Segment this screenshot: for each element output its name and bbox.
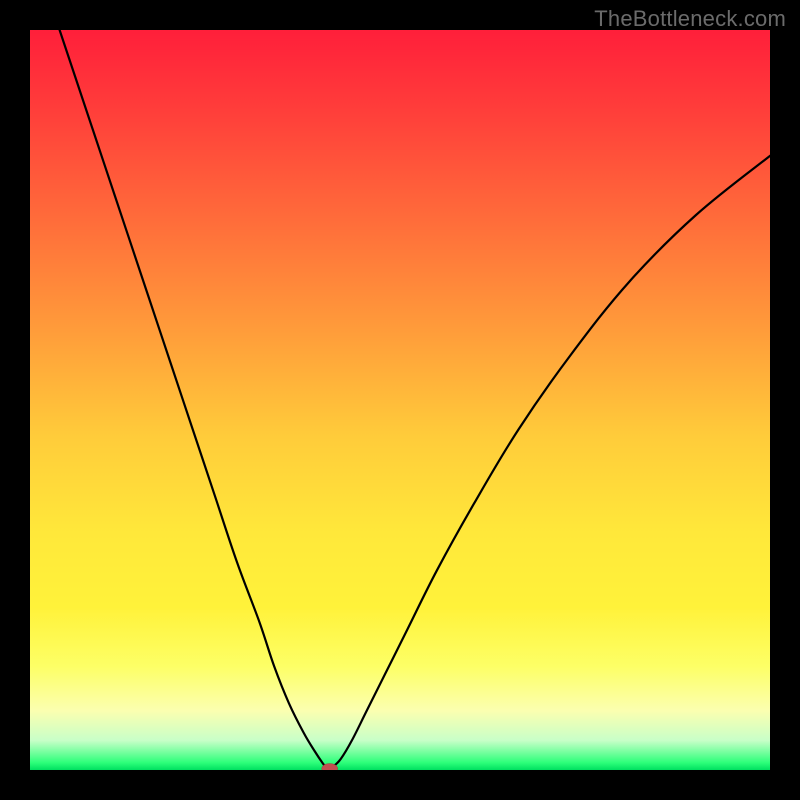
plot-gradient-background [30,30,770,770]
chart-frame: TheBottleneck.com [0,0,800,800]
watermark-text: TheBottleneck.com [594,6,786,32]
